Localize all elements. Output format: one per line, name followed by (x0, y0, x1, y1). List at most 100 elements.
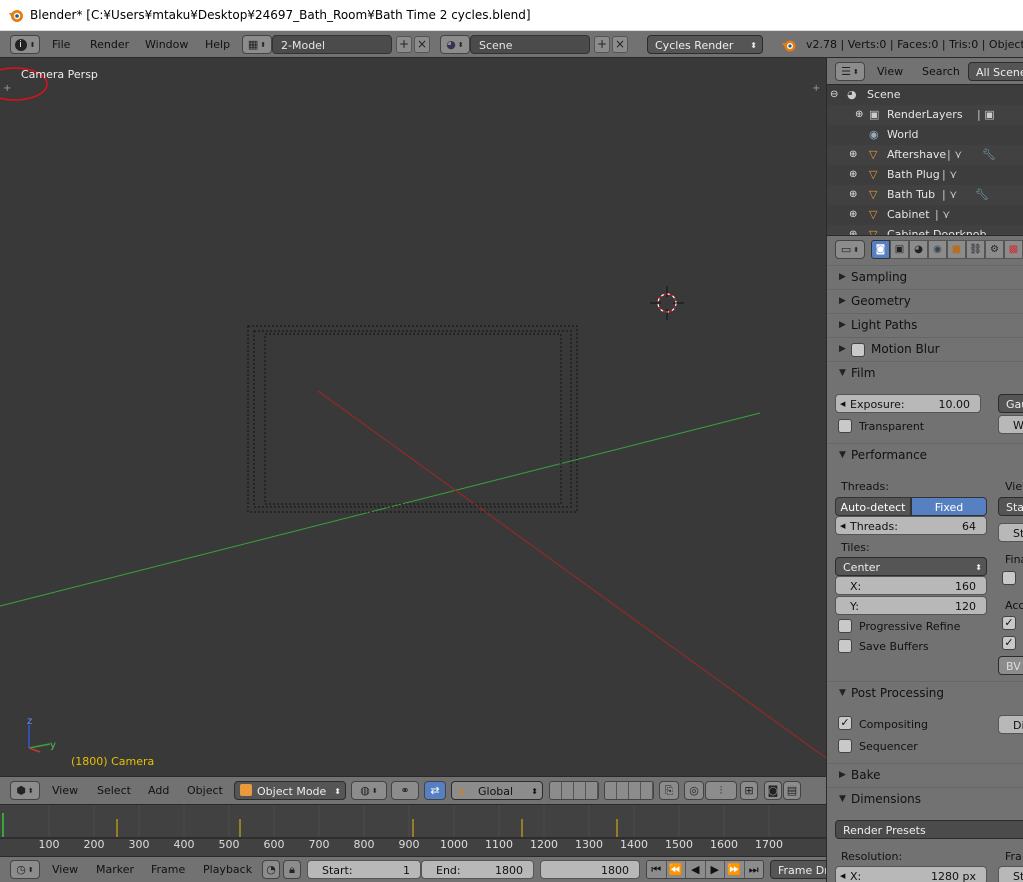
preview-range-button[interactable]: ◔ (262, 860, 280, 879)
snap-target-button[interactable]: ⊞ (740, 781, 758, 800)
viewport-st-field[interactable]: St (998, 523, 1023, 542)
panel-sampling[interactable]: ▶ Sampling (827, 265, 1023, 289)
exposure-field[interactable]: ◀ Exposure: 10.00 (835, 394, 981, 413)
jump-start-icon[interactable]: ⏮ (647, 861, 667, 878)
expand-icon[interactable]: ⊕ (849, 205, 857, 225)
sync-mode-dropdown[interactable]: Frame Dr (770, 860, 830, 879)
outliner-item-cabinet[interactable]: ⊕ ▽ Cabinet | ⋎ (827, 205, 1023, 225)
panel-dimensions[interactable]: ▼ Dimensions (827, 787, 1023, 811)
scene-browse-button[interactable]: ◕ ⬍ (440, 35, 470, 54)
menu-playback[interactable]: Playback (203, 863, 252, 876)
panel-light-paths[interactable]: ▶ Light Paths (827, 313, 1023, 337)
acc-option-2-checkbox[interactable]: ✓ (1002, 636, 1016, 650)
progressive-refine-checkbox[interactable] (838, 619, 852, 633)
compositing-checkbox[interactable]: ✓ (838, 716, 852, 730)
lock-time-button[interactable]: 🔒︎ (283, 860, 301, 879)
acc-option-1-checkbox[interactable]: ✓ (1002, 616, 1016, 630)
menu-view[interactable]: View (877, 65, 903, 78)
world-tab-icon[interactable]: ◉ (928, 240, 947, 259)
remove-screen-icon[interactable]: × (414, 36, 430, 53)
mode-dropdown[interactable]: Object Mode ⬍ (234, 781, 346, 800)
render-tab-icon[interactable]: ◙ (871, 240, 890, 259)
filter-width-field[interactable]: W (998, 415, 1023, 434)
renderlayers-tab-icon[interactable]: ▣ (890, 240, 909, 259)
outliner-display-mode-dropdown[interactable]: All Scene (968, 62, 1023, 81)
collapse-icon[interactable]: ⊖ (830, 85, 838, 105)
expand-icon[interactable]: ⊕ (849, 165, 857, 185)
editor-type-3d-button[interactable]: ⬢ ⬍ (10, 781, 40, 800)
remove-scene-icon[interactable]: × (612, 36, 628, 53)
texture-tab-icon[interactable]: ▩ (1004, 240, 1023, 259)
threads-auto-detect-button[interactable]: Auto-detect (835, 497, 911, 516)
play-reverse-icon[interactable]: ◀ (686, 861, 706, 878)
outliner-item-bath-tub[interactable]: ⊕ ▽ Bath Tub | ⋎ 🔧︎ (827, 185, 1023, 205)
outliner[interactable]: ⊖ ◕ Scene ⊕ ▣ RenderLayers | ▣ ◉ World ⊕… (826, 85, 1023, 235)
menu-view[interactable]: View (52, 784, 78, 797)
add-screen-icon[interactable]: + (396, 36, 412, 53)
tile-order-dropdown[interactable]: Center ⬍ (835, 557, 987, 576)
screen-layout-field[interactable]: 2-Model (272, 35, 392, 54)
menu-help[interactable]: Help (205, 38, 230, 51)
scene-tab-icon[interactable]: ◕ (909, 240, 928, 259)
filter-type-dropdown[interactable]: Gau (998, 394, 1023, 413)
add-scene-icon[interactable]: + (594, 36, 610, 53)
next-keyframe-icon[interactable]: ⏩ (725, 861, 745, 878)
outliner-item-bath-plug[interactable]: ⊕ ▽ Bath Plug | ⋎ (827, 165, 1023, 185)
menu-frame[interactable]: Frame (151, 863, 185, 876)
timeline-area[interactable]: 100 200 300 400 500 600 700 800 900 1000 1100 1200 1… (0, 804, 826, 857)
render-image-button[interactable]: ◙ (764, 781, 782, 800)
lock-layers-button[interactable]: ⎘ (659, 781, 679, 800)
jump-end-icon[interactable]: ⏭ (744, 861, 763, 878)
outliner-item-aftershave[interactable]: ⊕ ▽ Aftershave | ⋎ 🔧︎ (827, 145, 1023, 165)
outliner-item-world[interactable]: ◉ World (827, 125, 1023, 145)
outliner-item-cabinet-doorknob[interactable]: ⊕ ▽ Cabinet Doorknob (827, 225, 1023, 235)
scene-field[interactable]: Scene (470, 35, 590, 54)
expand-icon[interactable]: ⊕ (849, 145, 857, 165)
threads-field[interactable]: ◀ Threads: 64 (835, 516, 987, 535)
properties-editor[interactable]: ▶ Sampling ▶ Geometry ▶ Light Paths ▶ Motion… (826, 263, 1023, 882)
tile-x-field[interactable]: X: 160 (835, 576, 987, 595)
viewport-bvh-dropdown[interactable]: Stat (998, 497, 1023, 516)
render-animation-button[interactable]: ▤ (783, 781, 801, 800)
menu-view[interactable]: View (52, 863, 78, 876)
bvh-button[interactable]: BV (998, 656, 1023, 675)
panel-post-processing[interactable]: ▼ Post Processing (827, 681, 1023, 705)
editor-type-timeline-button[interactable]: ◷ ⬍ (10, 860, 40, 879)
menu-object[interactable]: Object (187, 784, 223, 797)
play-icon[interactable]: ▶ (705, 861, 725, 878)
menu-search[interactable]: Search (922, 65, 960, 78)
expand-icon[interactable]: ⊕ (849, 225, 857, 235)
render-engine-dropdown[interactable]: Cycles Render ⬍ (647, 35, 763, 54)
menu-file[interactable]: File (52, 38, 70, 51)
expand-icon[interactable]: ⊕ (849, 185, 857, 205)
orientation-dropdown[interactable]: ⅄ Global ⬍ (451, 781, 543, 800)
editor-type-properties-button[interactable]: ▭ ⬍ (835, 240, 865, 259)
motion-blur-checkbox[interactable] (851, 343, 865, 357)
layer-buttons-left[interactable] (549, 781, 599, 800)
constraints-tab-icon[interactable]: ⛓ (966, 240, 985, 259)
outliner-item-scene[interactable]: ⊖ ◕ Scene (827, 85, 1023, 105)
tile-y-field[interactable]: Y: 120 (835, 596, 987, 615)
menu-add[interactable]: Add (148, 784, 169, 797)
panel-film[interactable]: ▼ Film (827, 361, 1023, 385)
menu-window[interactable]: Window (145, 38, 188, 51)
end-frame-field[interactable]: End: 1800 (421, 860, 534, 879)
panel-bake[interactable]: ▶ Bake (827, 763, 1023, 787)
panel-geometry[interactable]: ▶ Geometry (827, 289, 1023, 313)
viewport-shading-button[interactable]: ◍ ⬍ (351, 781, 387, 800)
dither-field[interactable]: Di (998, 715, 1023, 734)
object-tab-icon[interactable]: ■ (947, 240, 966, 259)
render-presets-dropdown[interactable]: Render Presets (835, 820, 1023, 839)
expand-icon[interactable]: ⊕ (855, 105, 863, 125)
resolution-x-field[interactable]: ◀ X: 1280 px (835, 866, 987, 882)
proportional-edit-button[interactable]: ◎ (684, 781, 704, 800)
current-frame-field[interactable]: 1800 (540, 860, 640, 879)
sequencer-checkbox[interactable] (838, 739, 852, 753)
menu-marker[interactable]: Marker (96, 863, 134, 876)
editor-type-info-button[interactable]: i ⬍ (10, 35, 40, 54)
screen-layout-browse-button[interactable]: ▦ ⬍ (242, 35, 272, 54)
modifiers-tab-icon[interactable]: ⚙ (985, 240, 1004, 259)
start-frame-field[interactable]: Start: 1 (307, 860, 421, 879)
prev-keyframe-icon[interactable]: ⏪ (666, 861, 686, 878)
final-option-checkbox[interactable] (1002, 571, 1016, 585)
